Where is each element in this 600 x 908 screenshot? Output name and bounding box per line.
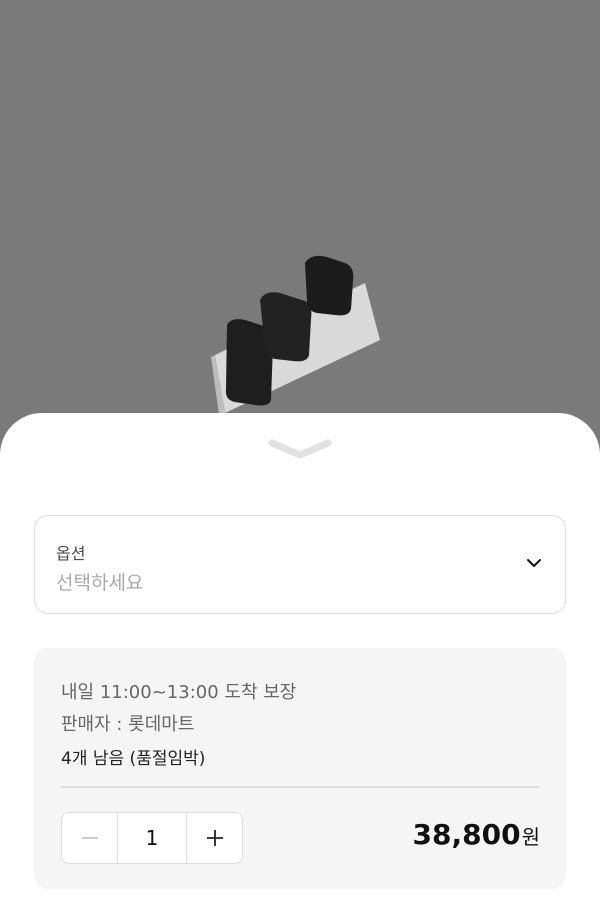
option-label: 옵션 (56, 544, 86, 563)
delivery-guarantee: 내일 11:00~13:00 도착 보장 (61, 682, 297, 703)
decrease-button[interactable] (62, 813, 117, 863)
stock-status: 4개 남음 (품절임박) (61, 749, 206, 769)
plus-icon (206, 830, 223, 846)
increase-button[interactable] (187, 813, 242, 863)
seller-info: 판매자 : 롯데마트 (61, 714, 195, 735)
option-placeholder: 선택하세요 (56, 572, 144, 594)
product-info-card: 내일 11:00~13:00 도착 보장 판매자 : 롯데마트 4개 남음 (품… (34, 648, 566, 889)
quantity-stepper: 1 (61, 812, 243, 864)
chevron-down-icon[interactable] (264, 435, 336, 463)
dimmed-backdrop[interactable] (0, 0, 600, 430)
price-amount: 38,800 (412, 818, 521, 851)
option-select[interactable]: 옵션 선택하세요 (34, 515, 566, 614)
quantity-value[interactable]: 1 (117, 813, 187, 863)
minus-icon (81, 837, 98, 839)
price-currency: 원 (521, 825, 540, 849)
bottom-sheet: 옵션 선택하세요 내일 11:00~13:00 도착 보장 판매자 : 롯데마트… (0, 413, 600, 908)
divider (61, 786, 539, 788)
product-image (211, 255, 380, 415)
chevron-down-icon (527, 559, 541, 567)
price: 38,800 원 (413, 818, 540, 851)
